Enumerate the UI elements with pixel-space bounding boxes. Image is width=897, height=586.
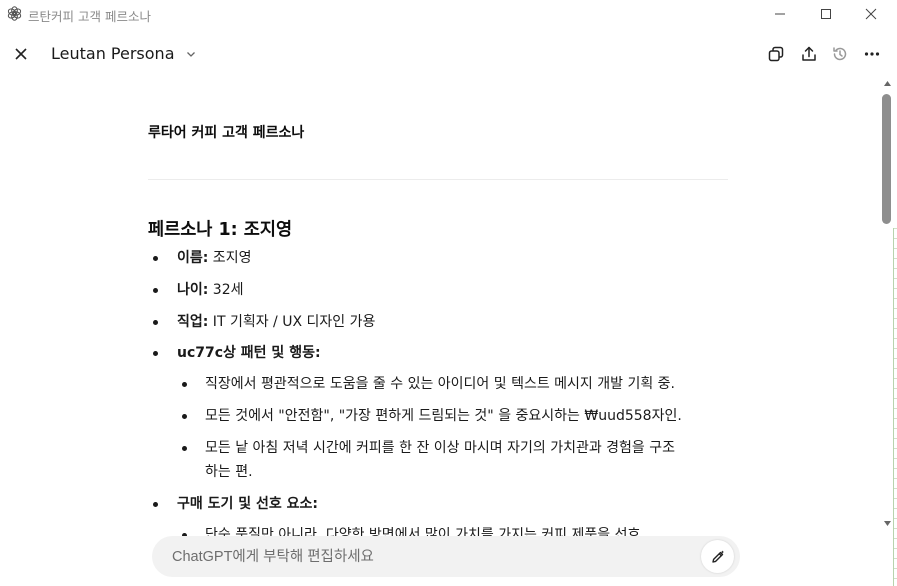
- item-label: 나이:: [177, 282, 209, 298]
- share-icon: [802, 46, 816, 61]
- bullet: [153, 288, 158, 293]
- chevron-down-icon: [186, 51, 195, 57]
- more-icon: [864, 52, 880, 56]
- history-icon: [833, 47, 847, 61]
- item-value: 조지영: [208, 250, 252, 266]
- maximize-button[interactable]: [803, 0, 849, 28]
- document-heading: 루타어 커피 고객 페르소나: [148, 125, 305, 141]
- scrollbar-thumb[interactable]: [882, 94, 891, 224]
- document-title-dropdown[interactable]: Leutan Persona: [51, 44, 197, 63]
- sub-list-item: 모든 낱 아침 저녁 시간에 커피를 한 잔 이상 마시며 자기의 가치관과 경…: [205, 440, 676, 456]
- item-label: 직업:: [177, 314, 209, 330]
- openai-logo-icon: [7, 6, 22, 21]
- edit-suggestions-button[interactable]: [701, 540, 734, 573]
- minimize-button[interactable]: [757, 0, 803, 28]
- edit-request-input[interactable]: [172, 536, 682, 577]
- edit-icon: [711, 550, 724, 563]
- edit-composer: [152, 536, 740, 577]
- persona-heading: 페르소나 1: 조지영: [148, 220, 293, 240]
- bullet: [153, 320, 158, 325]
- item-value: 32세: [208, 282, 244, 298]
- close-canvas-button[interactable]: [8, 41, 34, 67]
- sub-bullet: [182, 446, 187, 451]
- share-button[interactable]: [797, 42, 821, 66]
- maximize-icon: [821, 9, 831, 19]
- background-window-edge: [893, 228, 897, 586]
- version-history-button[interactable]: [828, 42, 852, 66]
- item-label: 구매 도기 및 선호 요소:: [177, 496, 319, 512]
- window-title: 르탄커피 고객 페르소나: [28, 9, 151, 24]
- document-title: Leutan Persona: [51, 44, 175, 63]
- sub-list-item: 모든 것에서 "안전함", "가장 편하게 드림되는 것" 을 중요시하는 ₩u…: [205, 408, 682, 424]
- canvas-header: Leutan Persona: [0, 32, 897, 76]
- divider: [148, 179, 728, 180]
- scroll-up-arrow-icon[interactable]: [883, 80, 892, 87]
- list-item: 직업: IT 기획자 / UX 디자인 가용: [177, 310, 375, 334]
- bullet: [153, 256, 158, 261]
- copy-button[interactable]: [764, 42, 788, 66]
- minimize-icon: [775, 13, 785, 15]
- sub-bullet: [182, 414, 187, 419]
- list-item: 구매 도기 및 선호 요소:: [177, 492, 318, 516]
- item-label: uc77c상 패턴 및 행동:: [177, 345, 321, 361]
- list-item: uc77c상 패턴 및 행동:: [177, 341, 321, 365]
- bullet: [153, 502, 158, 507]
- more-options-button[interactable]: [860, 42, 884, 66]
- item-label: 이름:: [177, 250, 209, 266]
- list-item: 이름: 조지영: [177, 246, 251, 270]
- scroll-down-arrow-icon[interactable]: [883, 520, 892, 527]
- copy-icon: [768, 46, 784, 62]
- list-item: 나이: 32세: [177, 278, 244, 302]
- sub-list-item-continuation: 하는 편.: [205, 464, 253, 480]
- sub-list-item: 직장에서 평관적으로 도움을 줄 수 있는 아이디어 및 텍스트 메시지 개발 …: [205, 376, 676, 392]
- document-canvas[interactable]: 루타어 커피 고객 페르소나 페르소나 1: 조지영 이름: 조지영 나이: 3…: [0, 82, 880, 586]
- close-icon: [865, 8, 877, 20]
- item-value: IT 기획자 / UX 디자인 가용: [208, 314, 376, 330]
- close-icon: [15, 48, 27, 60]
- bullet: [153, 351, 158, 356]
- window-close-button[interactable]: [848, 0, 894, 28]
- title-bar: 르탄커피 고객 페르소나: [0, 0, 897, 28]
- sub-bullet: [182, 382, 187, 387]
